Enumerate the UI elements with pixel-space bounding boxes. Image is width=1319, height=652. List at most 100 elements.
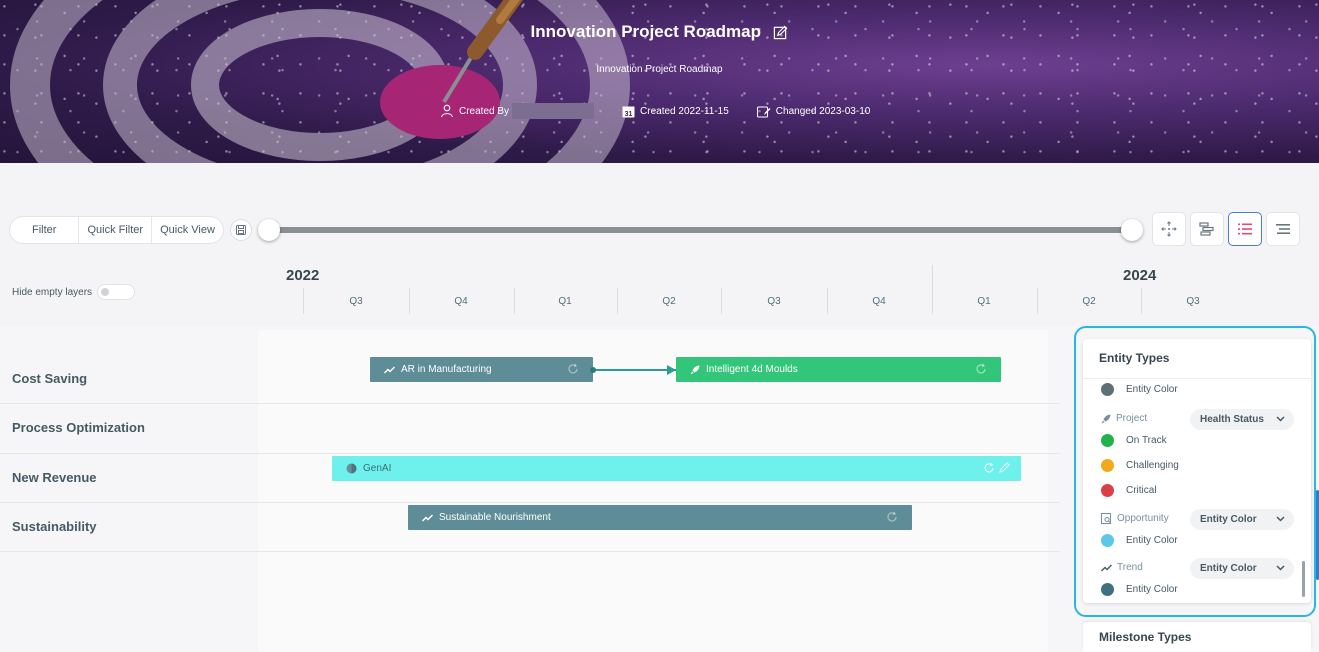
svg-text:31: 31 — [625, 111, 633, 118]
gantt-view-button[interactable] — [1191, 213, 1223, 245]
quarter-separator — [1141, 288, 1142, 314]
changed-date: Changed 2023-03-10 — [756, 105, 871, 118]
quick-view-button[interactable]: Quick View — [151, 217, 223, 243]
quarter-label: Q1 — [977, 296, 991, 307]
filter-toolbar: Filter Quick Filter Quick View — [10, 217, 251, 243]
quarter-label: Q3 — [767, 296, 781, 307]
legend-type-label: Opportunity — [1117, 513, 1169, 524]
rocket-icon — [1101, 414, 1111, 423]
user-icon — [440, 104, 454, 118]
bar-label: Sustainable Nourishment — [439, 512, 551, 523]
view-buttons — [1153, 213, 1305, 245]
page-subtitle: Innovation Project Roadmap — [596, 64, 723, 75]
quarter-label: Q4 — [872, 296, 886, 307]
trend-color-select[interactable]: Entity Color — [1190, 558, 1294, 579]
color-dot — [1101, 459, 1114, 472]
select-value: Entity Color — [1200, 514, 1257, 525]
align-view-button[interactable] — [1267, 213, 1299, 245]
legend-type-label: Project — [1116, 413, 1148, 424]
slider-end-handle[interactable] — [1121, 219, 1143, 241]
legend-on-track: On Track — [1101, 434, 1167, 447]
quarter-separator — [721, 288, 722, 314]
dependency-start-dot — [590, 367, 596, 373]
trend-icon — [1101, 564, 1112, 571]
list-view-button[interactable] — [1229, 213, 1261, 245]
legend-project-type: Project — [1101, 413, 1147, 424]
dependency-line[interactable] — [592, 369, 676, 371]
legend-opportunity-color: Entity Color — [1101, 534, 1178, 547]
timeline-range-slider[interactable] — [258, 218, 1143, 242]
save-icon — [235, 225, 246, 235]
legend-challenging: Challenging — [1101, 459, 1179, 472]
row-divider — [0, 403, 1060, 404]
metadata-row: Created By 31 Created 2022-11-15 Changed… — [440, 103, 898, 119]
hide-empty-label: Hide empty layers — [12, 286, 93, 298]
opportunity-icon — [1101, 513, 1112, 524]
hide-empty-toggle[interactable] — [98, 285, 135, 299]
quarter-label: Q2 — [1082, 296, 1096, 307]
bar-genai[interactable]: GenAI — [332, 456, 1021, 481]
chevron-down-icon — [1276, 565, 1285, 571]
row-label-new-revenue: New Revenue — [12, 470, 97, 485]
hide-empty-layers: Hide empty layers — [12, 285, 135, 299]
filter-group: Filter Quick Filter Quick View — [10, 217, 223, 243]
bar-ar-in-manufacturing[interactable]: AR in Manufacturing — [370, 357, 593, 382]
changed-label: Changed 2023-03-10 — [775, 105, 871, 117]
dependency-arrow-icon — [667, 365, 676, 375]
opportunity-icon — [346, 463, 357, 474]
select-value: Health Status — [1200, 414, 1264, 425]
project-color-select[interactable]: Health Status — [1190, 409, 1294, 430]
bar-sustainable-nourishment[interactable]: Sustainable Nourishment — [408, 505, 912, 530]
refresh-icon[interactable] — [983, 462, 995, 474]
legend-item-label: Challenging — [1126, 460, 1179, 471]
bar-label: GenAI — [363, 463, 392, 474]
slider-track — [268, 227, 1133, 233]
refresh-icon[interactable] — [975, 363, 987, 375]
list-icon — [1238, 223, 1252, 235]
legend-trend-color: Entity Color — [1101, 583, 1178, 596]
move-icon — [1161, 221, 1177, 237]
calendar-edit-icon — [756, 105, 771, 118]
row-label-cost-saving: Cost Saving — [12, 371, 88, 386]
refresh-icon[interactable] — [886, 511, 898, 523]
quarter-separator — [617, 288, 618, 314]
row-divider — [0, 502, 1060, 503]
legend-item-label: Critical — [1126, 485, 1157, 496]
refresh-icon[interactable] — [567, 363, 579, 375]
save-view-button[interactable] — [230, 220, 251, 240]
move-view-button[interactable] — [1153, 213, 1185, 245]
color-dot — [1101, 534, 1114, 547]
edit-icon[interactable] — [999, 462, 1010, 473]
milestone-types-panel[interactable]: Milestone Types — [1083, 622, 1311, 652]
year-separator — [932, 265, 933, 314]
edit-icon[interactable] — [773, 25, 788, 40]
year-label: 2024 — [1123, 267, 1157, 284]
bar-label: Intelligent 4d Moulds — [706, 364, 798, 375]
legend-critical: Critical — [1101, 484, 1157, 497]
slider-start-handle[interactable] — [258, 219, 280, 241]
filter-button[interactable]: Filter — [10, 217, 78, 243]
redacted-author — [512, 103, 595, 119]
legend-item-label: Entity Color — [1126, 384, 1178, 395]
created-by: Created By — [440, 103, 595, 119]
chevron-down-icon — [1276, 416, 1285, 422]
quarter-label: Q3 — [349, 296, 363, 307]
quick-filter-button[interactable]: Quick Filter — [78, 217, 151, 243]
bar-intelligent-4d-moulds[interactable]: Intelligent 4d Moulds — [676, 357, 1001, 382]
trend-icon — [384, 366, 395, 374]
entity-types-legend: Entity Types Entity Color Project Health… — [1083, 339, 1311, 603]
row-divider — [0, 453, 1060, 454]
legend-opportunity-type: Opportunity — [1101, 513, 1169, 524]
created-by-label: Created By — [459, 105, 510, 117]
milestone-title: Milestone Types — [1099, 630, 1192, 644]
quarter-separator — [303, 288, 304, 314]
legend-item-label: Entity Color — [1126, 535, 1178, 546]
gantt-icon — [1199, 222, 1214, 236]
trend-icon — [422, 514, 433, 522]
legend-scrollbar[interactable] — [1302, 561, 1305, 597]
legend-item-label: On Track — [1126, 435, 1167, 446]
legend-title: Entity Types — [1083, 339, 1311, 379]
opportunity-color-select[interactable]: Entity Color — [1190, 509, 1294, 530]
row-label-process-optimization: Process Optimization — [12, 420, 145, 435]
created-label: Created 2022-11-15 — [640, 105, 729, 117]
